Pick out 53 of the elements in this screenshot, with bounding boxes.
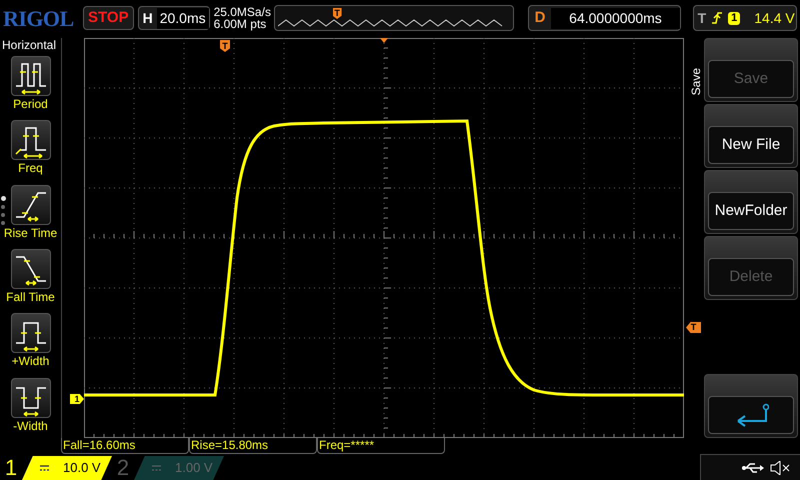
back-button[interactable] [704, 374, 798, 438]
trigger-level: 14.4 V [754, 8, 795, 28]
measurement-readout: Fall=16.60ms [61, 438, 189, 454]
trigger-source: 1 [728, 12, 740, 24]
dc-coupling-icon [40, 465, 49, 471]
measure-button[interactable] [10, 248, 50, 289]
measurement-readout: Rise=15.80ms [189, 438, 317, 454]
menu-button-label: Delete [708, 258, 794, 296]
measure-button[interactable] [10, 120, 50, 160]
measure-button[interactable] [10, 313, 50, 354]
sample-rate: 25.0MSa/s [214, 6, 270, 18]
timebase-label: H [142, 8, 153, 28]
menu-button-label: NewFolder [708, 192, 794, 230]
trigger-label: T [698, 8, 706, 28]
timebase-box[interactable]: H 20.0ms [138, 6, 210, 30]
dc-coupling-icon [152, 465, 161, 471]
memory-depth: 6.00M pts [214, 18, 268, 30]
measure-label: +Width [12, 353, 50, 370]
delay-box[interactable]: D 64.0000000ms [528, 5, 681, 31]
measure-button[interactable] [10, 378, 50, 418]
center-marker-icon [380, 38, 388, 43]
channel-number: 2 [116, 456, 130, 480]
trigger-position-marker: T [220, 40, 230, 52]
menu-button-label: New File [708, 126, 794, 164]
usb-icon [742, 462, 764, 474]
trigger-box[interactable]: T 1 14.4 V [692, 5, 797, 31]
channel-number: 1 [4, 456, 18, 480]
menu-button[interactable]: New File [704, 104, 798, 168]
trigger-level-marker: T [686, 322, 701, 333]
channel-scale: 1.00 V [175, 459, 213, 478]
delay-label: D [534, 8, 546, 28]
measure-label: Freq [18, 160, 43, 176]
measure-label: Rise Time [4, 224, 58, 241]
channel-scale: 10.0 V [63, 459, 101, 478]
measure-button[interactable] [10, 56, 50, 96]
channel-marker: 1 [70, 394, 84, 404]
menu-tab-label: Save [688, 68, 704, 96]
menu-button-label: Save [708, 60, 794, 98]
measure-label: Period [13, 96, 48, 112]
measure-button[interactable] [10, 184, 50, 225]
menu-button[interactable]: NewFolder [704, 170, 798, 234]
timebase-value: 20.0ms [156, 8, 209, 28]
channel-scale-box[interactable]: 10.0 V [22, 456, 112, 480]
logo: RIGOL [3, 4, 75, 32]
delay-value: 64.0000000ms [551, 8, 680, 28]
measure-label: Fall Time [6, 288, 55, 305]
run-status[interactable]: STOP [83, 6, 134, 30]
speaker-muted-icon [770, 460, 790, 474]
menu-title: Horizontal [1, 38, 56, 52]
measure-label: -Width [13, 418, 48, 434]
measurement-readout: Freq=***** [317, 438, 445, 454]
rising-edge-icon [712, 12, 722, 24]
trigger-marker: T [332, 8, 342, 19]
